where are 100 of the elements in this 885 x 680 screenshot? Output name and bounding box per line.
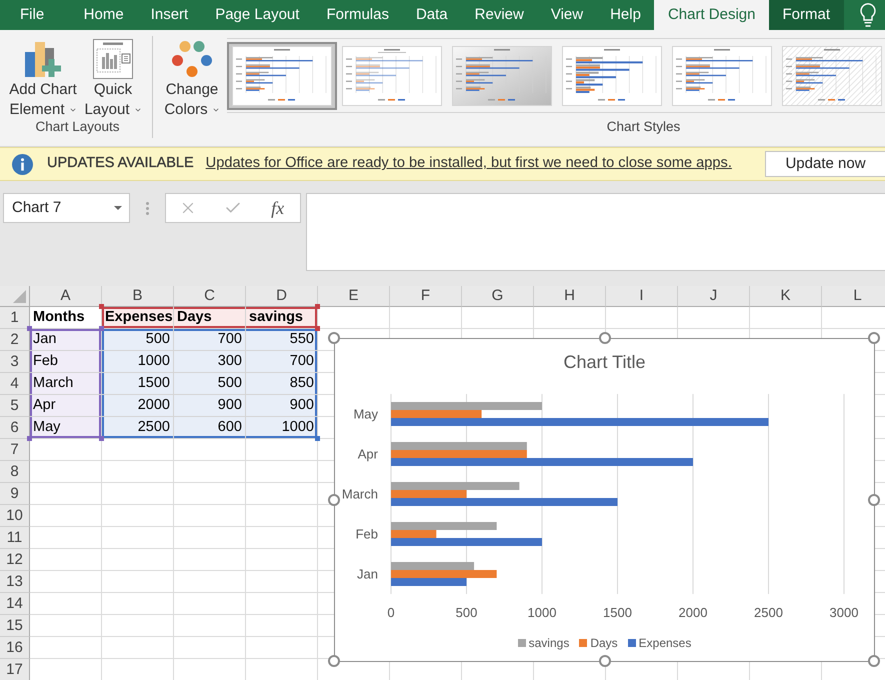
- formula-input[interactable]: [306, 193, 885, 271]
- row-header[interactable]: 4: [0, 373, 30, 395]
- triangle-icon: [13, 290, 26, 303]
- row-header[interactable]: 8: [0, 461, 30, 483]
- row-header[interactable]: 15: [0, 615, 30, 637]
- change-colors-button[interactable]: Change Colors: [157, 38, 227, 120]
- column-header[interactable]: I: [606, 286, 678, 307]
- table-cell[interactable]: 850: [246, 373, 318, 395]
- range-handle-icon[interactable]: [315, 304, 320, 309]
- row-header[interactable]: 2: [0, 329, 30, 351]
- row-header[interactable]: 17: [0, 659, 30, 680]
- tick-label: 0: [387, 605, 395, 620]
- ribbon-tab[interactable]: Formulas: [312, 0, 402, 30]
- bar-chart[interactable]: Chart Title May Apr March Feb Jan 0 500 1000 1500 2000 2500 3000 savings Days Expenses: [334, 338, 875, 662]
- lightbulb-icon[interactable]: [860, 3, 876, 27]
- table-cell[interactable]: 550: [246, 329, 318, 351]
- table-cell[interactable]: 900: [246, 395, 318, 417]
- range-handle-icon[interactable]: [315, 436, 320, 441]
- table-cell[interactable]: Days: [174, 307, 246, 329]
- table-cell[interactable]: 700: [246, 351, 318, 373]
- row-header[interactable]: 16: [0, 637, 30, 659]
- row-header[interactable]: 7: [0, 439, 30, 461]
- ribbon-tab[interactable]: File: [7, 0, 70, 30]
- chart-layout-icon: [93, 39, 133, 79]
- resize-handle-icon[interactable]: [868, 332, 880, 344]
- row-header[interactable]: 13: [0, 571, 30, 593]
- range-handle-icon[interactable]: [27, 326, 32, 331]
- row-header[interactable]: 1: [0, 307, 30, 329]
- vertical-dots-icon: [146, 202, 149, 215]
- table-cell[interactable]: 1500: [102, 373, 174, 395]
- update-message-link[interactable]: Updates for Office are ready to be installed, but first we need to close some apps.: [206, 153, 732, 175]
- row-header[interactable]: 14: [0, 593, 30, 615]
- row-header[interactable]: 6: [0, 417, 30, 439]
- resize-handle-icon[interactable]: [328, 332, 340, 344]
- table-cell[interactable]: 300: [174, 351, 246, 373]
- row-header[interactable]: 12: [0, 549, 30, 571]
- row-header[interactable]: 11: [0, 527, 30, 549]
- add-chart-element-button[interactable]: Add Chart Element: [5, 38, 81, 120]
- tick-label: 500: [456, 605, 478, 620]
- table-cell[interactable]: 700: [174, 329, 246, 351]
- chart-title: Chart Title: [563, 352, 646, 372]
- column-header[interactable]: F: [390, 286, 462, 307]
- table-cell[interactable]: March: [30, 373, 102, 395]
- quick-layout-button[interactable]: Quick Layout: [81, 38, 145, 120]
- update-title: UPDATES AVAILABLE: [47, 154, 194, 174]
- ribbon-tab[interactable]: Home: [70, 0, 138, 30]
- range-handle-icon[interactable]: [99, 304, 104, 309]
- ribbon-tab[interactable]: Help: [596, 0, 654, 30]
- update-now-button[interactable]: Update now: [765, 151, 885, 177]
- resize-handle-icon[interactable]: [328, 494, 340, 506]
- ribbon-tab[interactable]: Page Layout: [202, 0, 313, 30]
- ribbon-tab[interactable]: View: [537, 0, 597, 30]
- table-cell[interactable]: 2500: [102, 417, 174, 439]
- category-label: Jan: [357, 566, 378, 582]
- column-header[interactable]: D: [246, 286, 318, 307]
- range-handle-icon[interactable]: [27, 436, 32, 441]
- column-header[interactable]: L: [822, 286, 885, 307]
- table-cell[interactable]: 500: [102, 329, 174, 351]
- category-label: May: [353, 406, 378, 422]
- select-all-button[interactable]: [0, 286, 30, 307]
- row-header[interactable]: 3: [0, 351, 30, 373]
- table-cell[interactable]: 600: [174, 417, 246, 439]
- column-header[interactable]: B: [102, 286, 174, 307]
- table-cell[interactable]: 2000: [102, 395, 174, 417]
- table-cell[interactable]: 900: [174, 395, 246, 417]
- column-header[interactable]: C: [174, 286, 246, 307]
- name-box[interactable]: Chart 7: [3, 193, 130, 223]
- column-header[interactable]: K: [750, 286, 822, 307]
- table-cell[interactable]: Apr: [30, 395, 102, 417]
- ribbon-tab[interactable]: Chart Design: [654, 0, 769, 30]
- ribbon-tab[interactable]: Format: [769, 0, 844, 30]
- caret-down-icon[interactable]: [114, 206, 122, 210]
- row-header[interactable]: 5: [0, 395, 30, 417]
- row-header[interactable]: 9: [0, 483, 30, 505]
- legend-label: Expenses: [638, 635, 692, 652]
- table-cell[interactable]: May: [30, 417, 102, 439]
- resize-handle-icon[interactable]: [599, 655, 611, 667]
- table-cell[interactable]: Months: [30, 307, 102, 329]
- ribbon-tab[interactable]: Review: [461, 0, 538, 30]
- table-cell[interactable]: Expenses: [102, 307, 174, 329]
- table-cell[interactable]: Jan: [30, 329, 102, 351]
- resize-handle-icon[interactable]: [328, 655, 340, 667]
- column-header[interactable]: J: [678, 286, 750, 307]
- resize-handle-icon[interactable]: [599, 332, 611, 344]
- ribbon-tab[interactable]: Insert: [137, 0, 202, 30]
- ribbon-tab[interactable]: Data: [402, 0, 462, 30]
- group-label: Chart Styles: [606, 119, 680, 134]
- column-header[interactable]: H: [534, 286, 606, 307]
- column-header[interactable]: E: [318, 286, 390, 307]
- column-header[interactable]: G: [462, 286, 534, 307]
- table-cell[interactable]: 1000: [102, 351, 174, 373]
- insert-function-button[interactable]: fx: [255, 194, 300, 222]
- resize-handle-icon[interactable]: [868, 494, 880, 506]
- table-cell[interactable]: 1000: [246, 417, 318, 439]
- table-cell[interactable]: Feb: [30, 351, 102, 373]
- resize-handle-icon[interactable]: [868, 655, 880, 667]
- column-header[interactable]: A: [30, 286, 102, 307]
- table-cell[interactable]: savings: [246, 307, 318, 329]
- table-cell[interactable]: 500: [174, 373, 246, 395]
- row-header[interactable]: 10: [0, 505, 30, 527]
